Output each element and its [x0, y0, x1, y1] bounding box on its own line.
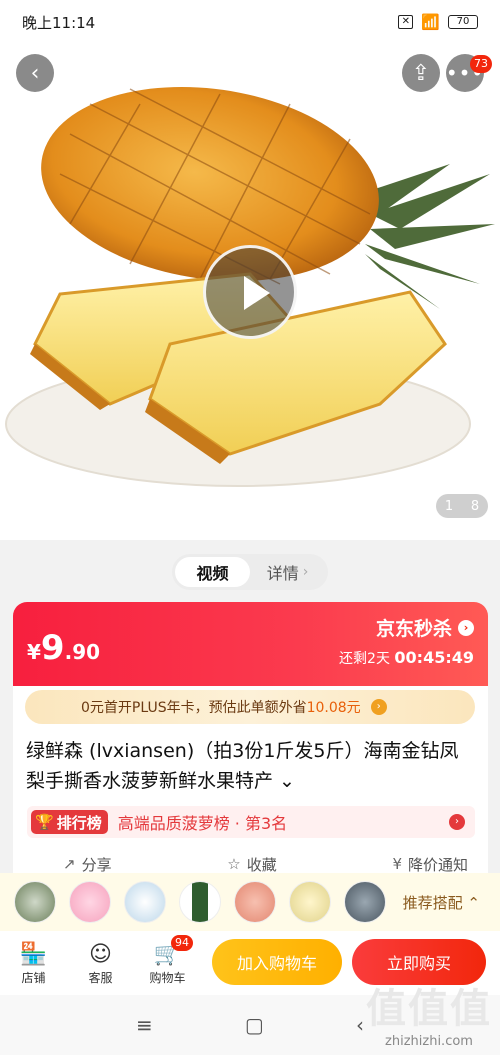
price-alert-label: 降价通知 — [407, 855, 468, 874]
status-bar: 晚上11:14 ✕ 📶 70 — [0, 0, 500, 44]
reco-item[interactable] — [124, 881, 166, 923]
pager-total: 8 — [470, 498, 480, 514]
status-time: 晚上11:14 — [22, 13, 96, 32]
seckill-banner: ¥9.90 京东秒杀 › 还剩2天 00:45:49 — [13, 602, 488, 686]
recommend-label[interactable]: 推荐搭配 ⌃ — [403, 892, 480, 913]
rank-bar[interactable]: 🏆 排行榜 高端品质菠萝榜 · 第3名 › — [27, 806, 475, 838]
rank-badge: 🏆 排行榜 — [31, 810, 108, 834]
countdown-days: 2天 — [367, 651, 390, 667]
reco-item[interactable] — [289, 881, 331, 923]
play-video-button[interactable] — [203, 245, 297, 339]
pager-current: 1 — [444, 498, 454, 514]
price-decimal: .90 — [64, 640, 101, 664]
watermark-logo: 值值值 — [366, 986, 492, 1032]
menu-icon[interactable]: ≡ — [136, 1013, 153, 1037]
price-currency: ¥ — [27, 640, 41, 664]
price: ¥9.90 — [27, 628, 100, 668]
reco-item[interactable] — [179, 881, 221, 923]
trophy-icon: 🏆 — [35, 813, 54, 831]
seckill-brand: 京东秒杀 — [375, 618, 452, 640]
plus-text: 0元首开PLUS年卡，预估此单额外省 — [81, 700, 307, 716]
chevron-right-icon: › — [449, 814, 465, 830]
tab-video[interactable]: 视频 — [175, 557, 250, 587]
chevron-right-icon: › — [458, 619, 474, 636]
reco-item[interactable] — [14, 881, 56, 923]
wifi-icon: 📶 — [421, 13, 440, 31]
chevron-right-icon: › — [302, 564, 309, 580]
more-badge: 73 — [470, 55, 492, 73]
plus-amount: 10.08元 — [306, 700, 361, 716]
share-button[interactable]: ⇪ — [402, 54, 440, 92]
price-card: ¥9.90 京东秒杀 › 还剩2天 00:45:49 0元首开PLUS年卡，预估… — [13, 602, 488, 894]
store-button[interactable]: 🏪 店铺 — [0, 941, 67, 986]
product-page: ‹ ⇪ ••• 73 1 8 晚上11:14 ✕ 📶 70 视频 详情 › ¥9… — [0, 0, 500, 1055]
seckill-link[interactable]: 京东秒杀 › — [376, 614, 474, 641]
star-icon: ☆ — [227, 855, 241, 873]
countdown-time: 00:45:49 — [394, 648, 474, 667]
yen-icon: ¥ — [392, 855, 402, 873]
battery-icon: 70 — [448, 15, 478, 29]
watermark-url: zhizhizhi.com — [385, 1034, 473, 1049]
reco-item[interactable] — [69, 881, 111, 923]
tab-details[interactable]: 详情 › — [250, 557, 325, 587]
rank-text: 高端品质菠萝榜 · 第3名 — [117, 814, 288, 833]
share-label: 分享 — [81, 855, 112, 874]
chevron-left-icon: ‹ — [30, 60, 40, 86]
share-icon: ↗ — [63, 855, 76, 873]
back-icon[interactable]: ‹ — [356, 1013, 364, 1037]
cart-label: 购物车 — [149, 970, 186, 985]
status-icons: ✕ 📶 70 — [398, 13, 478, 31]
reco-item[interactable] — [234, 881, 276, 923]
chevron-right-icon: › — [370, 699, 387, 715]
service-icon: ☺ — [89, 941, 112, 967]
favorite-label: 收藏 — [246, 855, 277, 874]
countdown-prefix: 还剩 — [339, 651, 368, 667]
cart-button[interactable]: 🛒 94 购物车 — [134, 934, 201, 986]
tab-video-label: 视频 — [196, 564, 229, 583]
plus-promo[interactable]: 0元首开PLUS年卡，预估此单额外省 10.08元 › — [25, 690, 475, 724]
no-sim-icon: ✕ — [398, 15, 414, 29]
home-icon[interactable]: ▢ — [245, 1013, 264, 1037]
rank-badge-label: 排行榜 — [56, 813, 102, 832]
back-button[interactable]: ‹ — [16, 54, 54, 92]
add-to-cart-button[interactable]: 加入购物车 — [212, 939, 342, 985]
price-integer: 9 — [40, 628, 65, 668]
service-button[interactable]: ☺ 客服 — [67, 941, 134, 986]
tab-details-label: 详情 — [266, 564, 299, 583]
cart-badge: 94 — [171, 934, 193, 951]
store-label: 店铺 — [21, 970, 46, 985]
product-hero[interactable]: ‹ ⇪ ••• 73 1 8 — [0, 0, 500, 540]
recommend-strip: 推荐搭配 ⌃ — [0, 873, 500, 931]
store-icon: 🏪 — [19, 941, 48, 967]
share-icon: ⇪ — [411, 60, 431, 86]
countdown: 还剩2天 00:45:49 — [339, 648, 474, 668]
watermark: 值值值 zhizhizhi.com — [366, 976, 492, 1049]
service-label: 客服 — [88, 970, 113, 985]
media-tabs: 视频 详情 › — [172, 554, 328, 590]
image-pager: 1 8 — [436, 494, 488, 518]
reco-item[interactable] — [344, 881, 386, 923]
product-title[interactable]: 绿鲜森 (lvxiansen)（拍3份1斤发5斤）海南金钻凤梨手撕香水菠萝新鲜水… — [26, 736, 476, 796]
